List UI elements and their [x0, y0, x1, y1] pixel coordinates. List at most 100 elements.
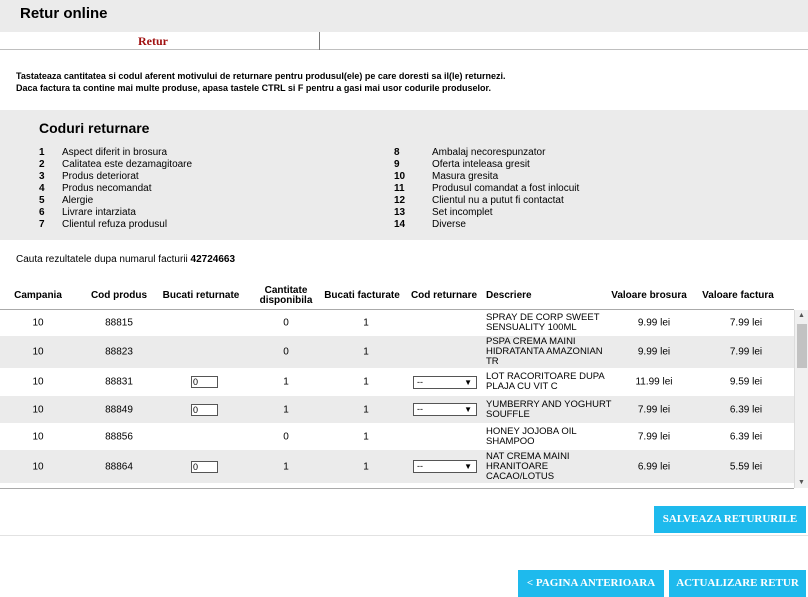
product-code-cell: 88849: [105, 404, 133, 415]
return-code-label: Clientul nu a putut fi contactat: [432, 195, 564, 206]
return-code-label: Produsul comandat a fost inlocuit: [432, 183, 580, 194]
invoiced-qty-cell: 1: [363, 376, 369, 388]
return-code-label: Masura gresita: [432, 171, 499, 182]
return-code-item: 1 Aspect diferit in brosura: [39, 147, 192, 159]
return-code-item: 13 Set incomplet: [394, 207, 579, 219]
available-qty-cell: 0: [283, 346, 289, 358]
brochure-price-cell: 11.99 lei: [635, 376, 673, 388]
return-code-item: 11 Produsul comandat a fost inlocuit: [394, 183, 579, 195]
col-cod-produs: Cod produs: [90, 290, 148, 301]
invoiced-qty-cell: 1: [363, 346, 369, 358]
return-code-label: Aspect diferit in brosura: [62, 147, 168, 158]
return-code-number: 1: [39, 147, 45, 158]
col-descriere: Descriere: [486, 290, 532, 301]
return-code-item: 5 Alergie: [39, 195, 192, 207]
return-code-number: 5: [39, 195, 45, 206]
tab-bar: Retur: [0, 32, 808, 50]
available-qty-cell: 0: [283, 431, 289, 442]
invoice-price-cell: 7.99 lei: [729, 346, 763, 358]
return-code-item: 8 Ambalaj necorespunzator: [394, 147, 579, 159]
scrollbar-thumb[interactable]: [797, 324, 807, 368]
return-code-number: 12: [394, 195, 406, 206]
return-codes-left-column: 1 Aspect diferit in brosura 2 Calitatea est…: [39, 147, 192, 231]
page-title: Retur online: [20, 5, 108, 22]
return-code-item: 9 Oferta inteleasa gresit: [394, 159, 579, 171]
instructions: Tastateaza cantitatea si codul aferent m…: [16, 70, 505, 94]
tab-retur[interactable]: Retur: [0, 32, 320, 50]
description-cell: LOT RACORITOARE DUPA PLAJA CU VIT C: [486, 371, 605, 392]
description-cell: PSPA CREMA MAINI HIDRATANTA AMAZONIAN TR: [486, 336, 603, 367]
returned-qty-input[interactable]: 0: [191, 460, 218, 473]
description-cell: HONEY JOJOBA OIL SHAMPOO: [486, 425, 577, 447]
return-code-number: 13: [394, 207, 406, 218]
return-code-item: 12 Clientul nu a putut fi contactat: [394, 195, 579, 207]
description-cell: SPRAY DE CORP SWEET SENSUALITY 100ML: [486, 312, 600, 333]
return-code-select[interactable]: -- ▼: [413, 375, 477, 389]
invoice-number: 42724663: [190, 254, 236, 265]
campania-cell: 10: [32, 317, 44, 329]
invoiced-qty-cell: 1: [363, 317, 369, 329]
available-qty-cell: 0: [283, 317, 289, 329]
description-cell: NAT CREMA MAINI HRANITOARE CACAO/LOTUS: [486, 450, 570, 482]
instructions-line-2: Daca factura ta contine mai multe produs…: [16, 83, 491, 93]
col-valoare-brosura: Valoare brosura: [611, 290, 687, 301]
col-valoare-factura: Valoare factura: [702, 290, 774, 301]
invoice-search-line: Cauta rezultatele dupa numarul facturii …: [16, 254, 235, 265]
return-code-number: 6: [39, 207, 45, 218]
col-bucati-facturate: Bucati facturate: [324, 290, 400, 301]
return-codes-panel: Coduri returnare 1 Aspect diferit in bros…: [0, 110, 808, 240]
instructions-line-1: Tastateaza cantitatea si codul aferent m…: [16, 71, 506, 81]
table-row: 10 88831 1 1 LOT RACORITOARE DUPA PLAJA CU V…: [0, 368, 794, 396]
chevron-down-icon: ▼: [464, 462, 472, 471]
available-qty-cell: 1: [283, 461, 289, 472]
tab-retur-label: Retur: [138, 34, 168, 48]
returned-qty-input[interactable]: 0: [191, 376, 218, 388]
return-code-item: 14 Diverse: [394, 219, 579, 231]
product-code-cell: 88823: [105, 346, 133, 358]
chevron-down-icon: ▼: [464, 377, 472, 387]
products-table[interactable]: 10 88815 0 1 SPRAY DE CORP SWEET SENSUALITY …: [0, 310, 794, 488]
table-scrollbar[interactable]: ▲ ▼: [794, 310, 808, 488]
arrow-down-icon[interactable]: ▼: [798, 479, 805, 486]
table-row: 10 88849 1 1 YUMBERRY AND YOGHURT SOUFFLE 7.9…: [0, 396, 794, 423]
return-code-label: Calitatea este dezamagitoare: [62, 159, 193, 170]
description-cell: YUMBERRY AND YOGHURT SOUFFLE: [486, 398, 612, 420]
section-divider: [0, 535, 808, 536]
brochure-price-cell: 7.99 lei: [637, 431, 671, 442]
arrow-up-icon[interactable]: ▲: [798, 312, 805, 319]
table-row: 10 88864 1 1 NAT CREMA MAINI HRANITOARE CACA…: [0, 450, 794, 483]
return-code-label: Set incomplet: [432, 207, 493, 218]
invoice-price-cell: 6.39 lei: [729, 431, 763, 442]
return-code-label: Alergie: [62, 195, 94, 206]
save-returns-button[interactable]: SALVEAZA RETURURILE: [654, 506, 806, 533]
invoice-search-label: Cauta rezultatele dupa numarul facturii: [16, 254, 188, 265]
return-code-select[interactable]: -- ▼: [413, 403, 477, 416]
return-code-select[interactable]: -- ▼: [413, 460, 477, 473]
invoiced-qty-cell: 1: [363, 431, 369, 442]
brochure-price-cell: 9.99 lei: [637, 346, 671, 358]
table-bottom-divider: [0, 488, 794, 489]
return-code-label: Produs deteriorat: [62, 171, 139, 182]
return-code-number: 3: [39, 171, 45, 182]
table-row: 10 88823 0 1 PSPA CREMA MAINI HIDRATANTA AMA…: [0, 336, 794, 368]
brochure-price-cell: 7.99 lei: [637, 404, 671, 415]
return-code-number: 8: [394, 147, 400, 158]
update-return-button[interactable]: ACTUALIZARE RETUR: [669, 570, 806, 597]
table-row: 10 88856 0 1 HONEY JOJOBA OIL SHAMPOO 7.99 le…: [0, 423, 794, 450]
return-code-number: 9: [394, 159, 400, 170]
return-code-item: 3 Produs deteriorat: [39, 171, 192, 183]
campania-cell: 10: [32, 404, 44, 415]
product-code-cell: 88864: [105, 461, 133, 472]
previous-page-button[interactable]: < PAGINA ANTERIOARA: [518, 570, 664, 597]
invoice-price-cell: 6.39 lei: [729, 404, 763, 415]
return-code-label: Livrare intarziata: [62, 207, 136, 218]
return-code-number: 11: [394, 183, 405, 194]
invoice-price-cell: 7.99 lei: [729, 317, 763, 329]
campania-cell: 10: [32, 461, 44, 472]
return-codes-right-column: 8 Ambalaj necorespunzator 9 Oferta inteleas…: [394, 147, 579, 231]
returned-qty-input[interactable]: 0: [191, 403, 218, 416]
brochure-price-cell: 6.99 lei: [637, 461, 671, 472]
return-code-label: Oferta inteleasa gresit: [432, 159, 530, 170]
chevron-down-icon: ▼: [464, 405, 472, 414]
available-qty-cell: 1: [283, 404, 289, 415]
